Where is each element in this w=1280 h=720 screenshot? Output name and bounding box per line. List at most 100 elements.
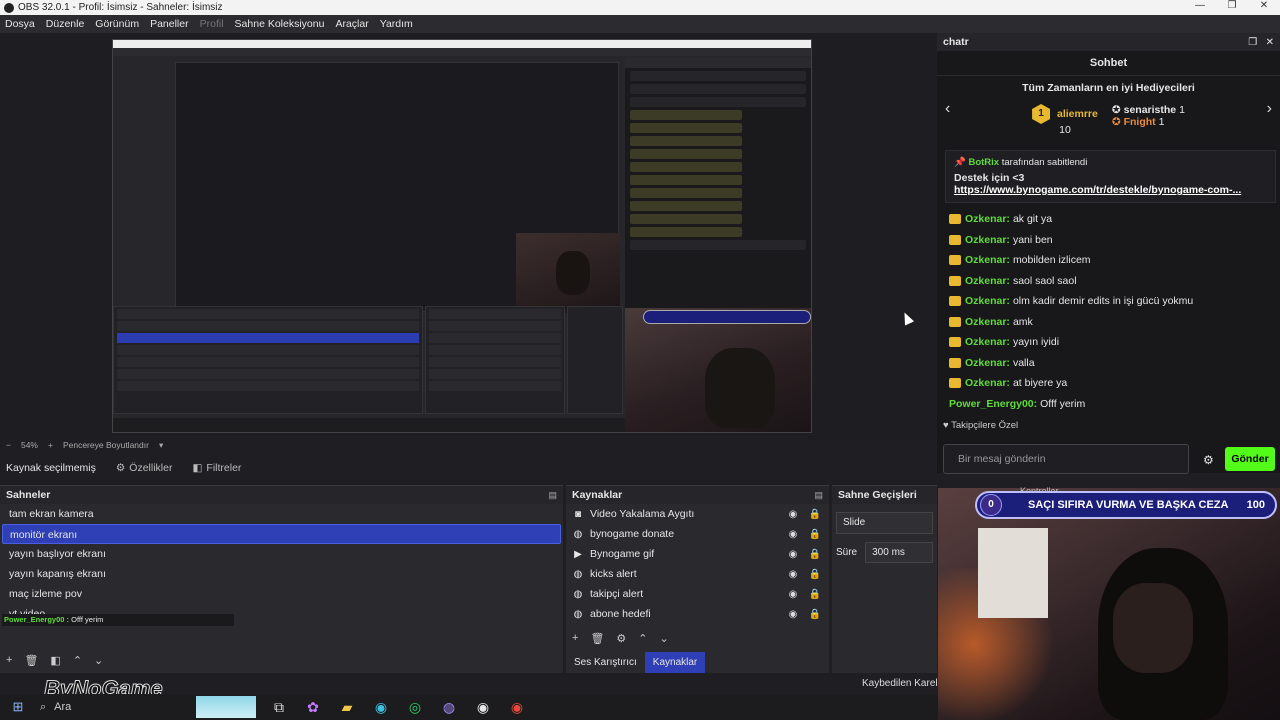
chat-username[interactable]: Ozkenar: xyxy=(965,271,1010,292)
scene-filter-icon[interactable]: ◧ xyxy=(50,654,60,667)
scene-item[interactable]: yayın başlıyor ekranı xyxy=(2,544,561,564)
windows-taskbar: ⊞ ⌕ Ara ⧉ ✿ ▰ ◉ ◎ ◍ ◉ ◉ xyxy=(0,694,938,720)
chat-username[interactable]: Ozkenar: xyxy=(965,373,1010,394)
menu-araclar[interactable]: Araçlar xyxy=(335,18,368,30)
whatsapp-icon[interactable]: ◎ xyxy=(398,699,432,716)
chat-username[interactable]: Ozkenar: xyxy=(965,353,1010,374)
minimize-button[interactable]: — xyxy=(1184,0,1216,11)
chat-username[interactable]: Ozkenar: xyxy=(965,230,1010,251)
pinned-link[interactable]: https://www.bynogame.com/tr/destekle/byn… xyxy=(954,184,1241,196)
scene-item[interactable]: maç izleme pov xyxy=(2,584,561,604)
lock-icon[interactable]: 🔒 xyxy=(807,549,823,560)
close-icon[interactable]: ✕ xyxy=(1266,37,1274,48)
window-title: OBS 32.0.1 - Profil: İsimsiz - Sahneler:… xyxy=(18,2,223,13)
windows-start-icon[interactable]: ⊞ xyxy=(0,699,36,715)
search-icon: ⌕ xyxy=(40,700,47,713)
filters-label: Filtreler xyxy=(206,462,242,474)
gear-icon[interactable]: ⚙ xyxy=(1203,453,1214,467)
weather-widget[interactable] xyxy=(196,696,256,718)
source-name: takipçi alert xyxy=(590,588,644,600)
lock-icon[interactable]: 🔒 xyxy=(807,589,823,600)
dock-menu-icon[interactable]: ▤ xyxy=(814,490,823,501)
source-item[interactable]: ◙ Video Yakalama Aygıtı ◉ 🔒 xyxy=(566,504,829,524)
lock-icon[interactable]: 🔒 xyxy=(807,569,823,580)
visibility-eye-icon[interactable]: ◉ xyxy=(785,509,801,520)
properties-button[interactable]: ⚙ Özellikler xyxy=(116,462,173,474)
add-scene-button[interactable]: + xyxy=(6,654,12,667)
top3-count: 1 xyxy=(1158,116,1165,128)
duration-input[interactable]: 300 ms xyxy=(865,542,933,563)
source-name: Video Yakalama Aygıtı xyxy=(590,508,695,520)
trash-icon[interactable]: 🗑 xyxy=(590,632,604,645)
tab-sources[interactable]: Kaynaklar xyxy=(644,652,706,673)
scenes-dock: Sahneler ▤ tam ekran kamera monitör ekra… xyxy=(0,485,563,673)
taskbar-search[interactable]: ⌕ Ara xyxy=(36,701,196,714)
chat-username[interactable]: Ozkenar: xyxy=(965,312,1010,333)
chat-message-input[interactable]: Bir mesaj gönderin xyxy=(943,444,1189,474)
filters-button[interactable]: ◧ Filtreler xyxy=(192,462,241,474)
add-source-button[interactable]: + xyxy=(572,632,578,645)
transition-select[interactable]: Slide xyxy=(836,512,933,534)
menu-yardim[interactable]: Yardım xyxy=(380,18,413,30)
chat-username[interactable]: Ozkenar: xyxy=(965,250,1010,271)
fit-to-window[interactable]: Pencereye Boyutlandır xyxy=(63,440,149,450)
goal-banner: 0 SAÇI SIFIRA VURMA VE BAŞKA CEZA 100 xyxy=(975,491,1277,519)
chat-username[interactable]: Ozkenar: xyxy=(965,209,1010,230)
first-place-medal-icon: 1 xyxy=(1032,104,1051,124)
discord-icon[interactable]: ◍ xyxy=(432,699,466,716)
zoom-in-button[interactable]: + xyxy=(48,440,53,450)
lock-icon[interactable]: 🔒 xyxy=(807,529,823,540)
close-button[interactable]: ✕ xyxy=(1248,0,1280,11)
move-up-icon[interactable]: ⌃ xyxy=(73,654,82,667)
chat-username[interactable]: Power_Energy00: xyxy=(949,394,1037,415)
chevron-down-icon[interactable]: ▾ xyxy=(159,440,163,451)
source-item[interactable]: ▶ Bynogame gif ◉ 🔒 xyxy=(566,544,829,564)
maximize-button[interactable]: ❐ xyxy=(1216,0,1248,11)
lock-icon[interactable]: 🔒 xyxy=(807,609,823,620)
lock-icon[interactable]: 🔒 xyxy=(807,509,823,520)
source-name: kicks alert xyxy=(590,568,637,580)
menu-dosya[interactable]: Dosya xyxy=(5,18,35,30)
trash-icon[interactable]: 🗑 xyxy=(24,654,38,667)
chat-username[interactable]: Ozkenar: xyxy=(965,332,1010,353)
source-item[interactable]: ◍ kicks alert ◉ 🔒 xyxy=(566,564,829,584)
task-view-icon[interactable]: ⧉ xyxy=(262,699,296,716)
top1-name: aliemrre xyxy=(1057,107,1098,120)
chrome-icon[interactable]: ◉ xyxy=(500,699,534,716)
tab-audio-mixer[interactable]: Ses Karıştırıcı xyxy=(566,652,645,673)
obs-icon[interactable]: ◉ xyxy=(466,699,500,716)
chevron-left-icon[interactable]: ‹ xyxy=(945,100,950,118)
chat-text: Offf yerim xyxy=(1040,397,1086,410)
scene-item[interactable]: yayın kapanış ekranı xyxy=(2,564,561,584)
top1-count: 10 xyxy=(1059,124,1071,136)
dock-menu-icon[interactable]: ▤ xyxy=(548,490,557,501)
edge-icon[interactable]: ◉ xyxy=(364,699,398,716)
move-down-icon[interactable]: ⌄ xyxy=(94,654,103,667)
visibility-eye-icon[interactable]: ◉ xyxy=(785,589,801,600)
move-up-icon[interactable]: ⌃ xyxy=(638,632,647,645)
float-icon[interactable]: ❐ xyxy=(1248,37,1257,48)
menu-paneller[interactable]: Paneller xyxy=(150,18,189,30)
gear-icon[interactable]: ⚙ xyxy=(616,632,626,645)
folder-icon[interactable]: ▰ xyxy=(330,699,364,716)
visibility-eye-icon[interactable]: ◉ xyxy=(785,569,801,580)
source-item[interactable]: ◍ abone hedefi ◉ 🔒 xyxy=(566,604,829,624)
source-item[interactable]: ◍ takipçi alert ◉ 🔒 xyxy=(566,584,829,604)
menu-profil[interactable]: Profil xyxy=(200,18,224,30)
menu-sahne-koleksiyonu[interactable]: Sahne Koleksiyonu xyxy=(235,18,325,30)
send-button[interactable]: Gönder xyxy=(1225,447,1275,471)
visibility-eye-icon[interactable]: ◉ xyxy=(785,529,801,540)
menu-gorunum[interactable]: Görünüm xyxy=(95,18,139,30)
copilot-icon[interactable]: ✿ xyxy=(296,699,330,716)
crown-badge-icon xyxy=(949,234,961,245)
chat-username[interactable]: Ozkenar: xyxy=(965,291,1010,312)
chevron-right-icon[interactable]: › xyxy=(1267,100,1272,118)
move-down-icon[interactable]: ⌄ xyxy=(660,632,669,645)
scene-item-selected[interactable]: monitör ekranı xyxy=(2,524,561,544)
zoom-out-button[interactable]: − xyxy=(6,440,11,450)
menu-duzenle[interactable]: Düzenle xyxy=(46,18,85,30)
source-item[interactable]: ◍ bynogame donate ◉ 🔒 xyxy=(566,524,829,544)
visibility-eye-icon[interactable]: ◉ xyxy=(785,609,801,620)
visibility-eye-icon[interactable]: ◉ xyxy=(785,549,801,560)
scene-item[interactable]: tam ekran kamera xyxy=(2,504,561,524)
